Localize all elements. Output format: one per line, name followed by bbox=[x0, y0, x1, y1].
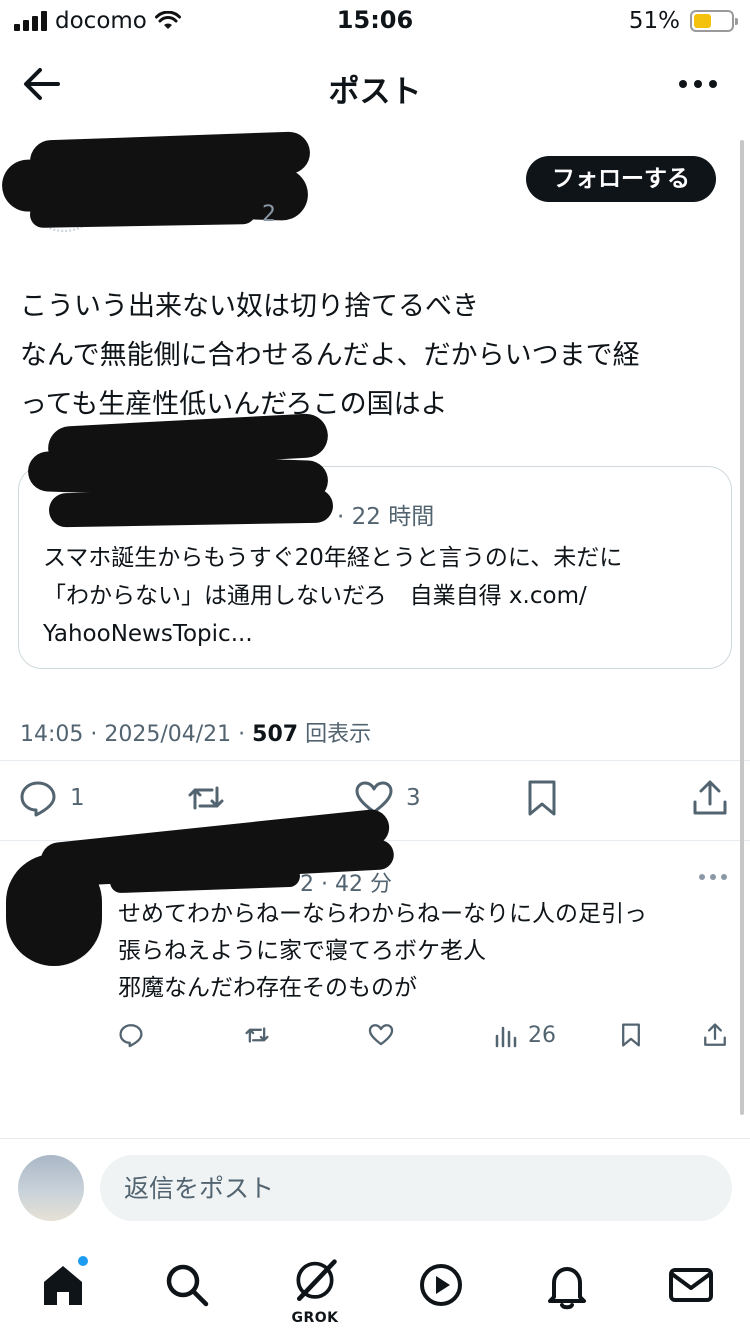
search-icon bbox=[166, 1264, 209, 1307]
tab-grok[interactable]: GROK bbox=[288, 1258, 342, 1326]
repost-button[interactable] bbox=[186, 778, 238, 818]
like-count: 3 bbox=[406, 785, 421, 811]
bookmark-icon bbox=[622, 1023, 640, 1047]
reply-like-button[interactable] bbox=[368, 1022, 394, 1048]
scrollbar[interactable] bbox=[740, 140, 744, 1115]
reply-repost-button[interactable] bbox=[244, 1022, 270, 1048]
tab-search[interactable] bbox=[160, 1258, 214, 1312]
reply-text: せめてわからねーならわからねーなりに人の足引っ 張らねえように家で寝てろボケ老人… bbox=[118, 901, 647, 1001]
quote-text: スマホ誕生からもうすぐ20年経とうと言うのに、未だに 「わからない」は通用しない… bbox=[43, 545, 623, 647]
tab-video[interactable] bbox=[414, 1258, 468, 1312]
reply-share-button[interactable] bbox=[702, 1022, 728, 1048]
reply-count: 1 bbox=[70, 785, 85, 811]
status-bar: docomo 15:06 51% bbox=[0, 0, 750, 44]
bookmark-icon bbox=[528, 780, 556, 816]
notification-dot bbox=[76, 1254, 90, 1268]
repost-icon bbox=[245, 1027, 269, 1043]
share-icon bbox=[693, 780, 727, 815]
reply-icon bbox=[20, 781, 56, 817]
reply-actions: 26 bbox=[0, 1022, 750, 1052]
reply-views-count: 26 bbox=[528, 1022, 556, 1048]
author-row: 2 フォローする bbox=[0, 130, 750, 240]
bottom-tab-bar: GROK bbox=[0, 1240, 750, 1334]
ellipsis-icon bbox=[679, 80, 717, 88]
repost-icon bbox=[188, 786, 224, 810]
reply-reply-button[interactable] bbox=[118, 1022, 144, 1048]
post-meta: 14:05 · 2025/04/21 · 507 回表示 bbox=[20, 716, 371, 748]
battery-percent: 51% bbox=[628, 8, 680, 34]
play-icon bbox=[420, 1264, 462, 1306]
analytics-icon bbox=[495, 1026, 517, 1048]
meta-divider bbox=[0, 760, 750, 761]
my-avatar[interactable] bbox=[18, 1155, 84, 1221]
views-count: 507 bbox=[252, 722, 299, 747]
post-timestamp: 14:05 · 2025/04/21 · bbox=[20, 722, 253, 747]
bell-icon bbox=[548, 1267, 586, 1310]
reply-button[interactable]: 1 bbox=[18, 778, 85, 818]
author-handle-suffix: 2 bbox=[262, 202, 276, 227]
mail-icon bbox=[669, 1268, 713, 1302]
reply-icon bbox=[119, 1024, 143, 1048]
post-text: こういう出来ない奴は切り捨てるべき なんで無能側に合わせるんだよ、だからいつまで… bbox=[20, 291, 640, 420]
quote-time: · 22 時間 bbox=[337, 504, 435, 530]
quoted-post-card[interactable]: · 22 時間 スマホ誕生からもうすぐ20年経とうと言うのに、未だに 「わからな… bbox=[18, 466, 732, 669]
heart-icon bbox=[368, 1024, 394, 1046]
reply-composer bbox=[0, 1138, 750, 1234]
grok-icon bbox=[296, 1259, 337, 1302]
page-title: ポスト bbox=[328, 74, 422, 110]
reply-views-button[interactable]: 26 bbox=[494, 1022, 556, 1048]
battery-icon bbox=[690, 10, 738, 32]
status-right: 51% bbox=[628, 8, 738, 34]
reply-input[interactable] bbox=[100, 1155, 732, 1221]
share-icon bbox=[704, 1023, 726, 1046]
author-handle-redaction bbox=[29, 198, 257, 228]
more-options-button[interactable] bbox=[676, 70, 720, 98]
tab-messages[interactable] bbox=[664, 1258, 718, 1312]
follow-button[interactable]: フォローする bbox=[526, 156, 716, 202]
reply-time: 2 · 42 分 bbox=[300, 872, 392, 897]
tab-home[interactable] bbox=[36, 1254, 90, 1312]
tab-notifications[interactable] bbox=[540, 1258, 594, 1312]
share-button[interactable] bbox=[690, 778, 730, 818]
views-label: 回表示 bbox=[298, 722, 372, 747]
reply-post[interactable]: 2 · 42 分 せめてわからねーならわからねーなりに人の足引っ 張らねえように… bbox=[0, 807, 750, 1072]
bookmark-button[interactable] bbox=[522, 778, 562, 818]
reply-more-icon[interactable] bbox=[698, 870, 728, 884]
post-header: ポスト bbox=[0, 52, 750, 116]
reply-bookmark-button[interactable] bbox=[618, 1022, 644, 1048]
grok-label: GROK bbox=[291, 1310, 339, 1326]
